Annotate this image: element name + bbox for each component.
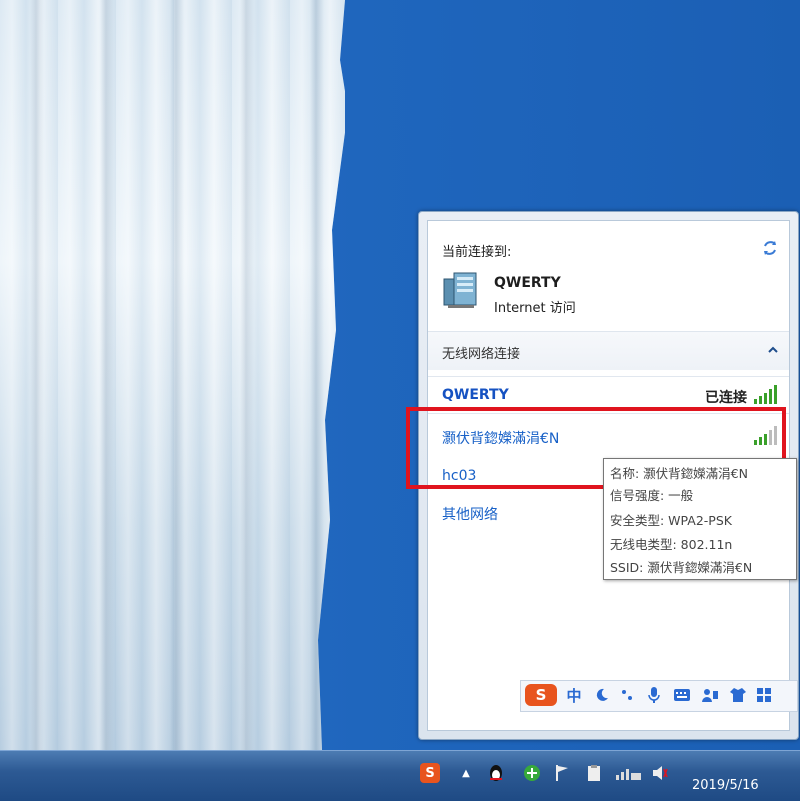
microphone-icon[interactable]	[643, 684, 665, 706]
network-tooltip: 名称: 灏伏背鍃嬫滿涓€N 信号强度: 一般 安全类型: WPA2-PSK 无线…	[603, 458, 797, 580]
wireless-section-header[interactable]: 无线网络连接	[428, 331, 789, 370]
tooltip-name: 名称: 灏伏背鍃嬫滿涓€N	[610, 466, 748, 481]
volume-icon[interactable]	[650, 763, 670, 783]
tooltip-radio: 无线电类型: 802.11n	[610, 537, 733, 552]
refresh-icon[interactable]	[761, 239, 779, 257]
taskbar: S ▲ 2019/5/16	[0, 750, 800, 801]
chevron-up-icon[interactable]	[767, 344, 779, 356]
user-account-icon[interactable]	[699, 684, 721, 706]
section-title: 无线网络连接	[442, 347, 521, 362]
tooltip-signal: 信号强度: 一般	[610, 488, 694, 503]
skin-shirt-icon[interactable]	[727, 684, 749, 706]
network-status-icon[interactable]	[614, 763, 644, 783]
signal-strength-icon	[754, 385, 777, 404]
wallpaper-shading	[0, 0, 345, 750]
network-server-icon	[443, 272, 477, 308]
network-name: QWERTY	[442, 387, 509, 403]
action-center-flag-icon[interactable]	[552, 763, 572, 783]
clipboard-icon[interactable]	[584, 763, 604, 783]
tooltip-ssid: SSID: 灏伏背鍃嬫滿涓€N	[610, 560, 753, 575]
qq-penguin-icon[interactable]	[486, 763, 506, 783]
sogou-tray-icon[interactable]: S	[420, 763, 440, 783]
show-hidden-icons-button[interactable]: ▲	[456, 763, 476, 783]
green-plus-icon[interactable]	[522, 763, 542, 783]
other-networks-link[interactable]: 其他网络	[442, 504, 498, 524]
ime-toolbar: S 中	[520, 680, 798, 712]
current-network-name: QWERTY	[494, 275, 561, 291]
connected-to-label: 当前连接到:	[442, 245, 512, 260]
current-network-access: Internet 访问	[494, 301, 576, 316]
sogou-logo-icon[interactable]: S	[525, 684, 557, 706]
network-status: 已连接	[705, 390, 747, 406]
moon-icon[interactable]	[591, 684, 613, 706]
taskbar-clock-date[interactable]: 2019/5/16	[692, 778, 759, 793]
toolbox-grid-icon[interactable]	[753, 684, 775, 706]
tooltip-security: 安全类型: WPA2-PSK	[610, 513, 732, 528]
keyboard-icon[interactable]	[671, 684, 693, 706]
punctuation-icon[interactable]	[617, 684, 639, 706]
chinese-mode-toggle[interactable]: 中	[563, 684, 585, 706]
